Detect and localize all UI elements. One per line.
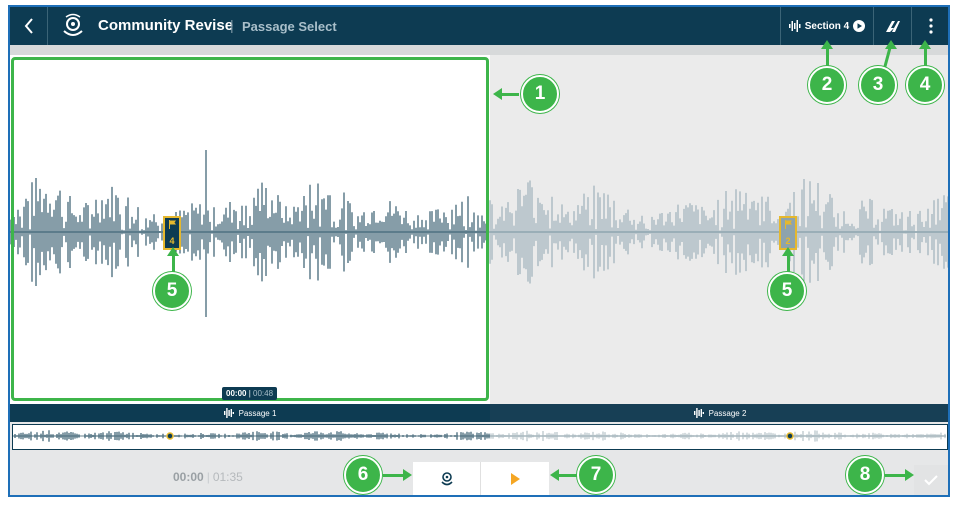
passage-label: Passage 2 xyxy=(708,408,747,418)
callout-arrow xyxy=(826,46,829,68)
callout-8: 8 xyxy=(846,456,884,494)
marker-number: 4 xyxy=(169,236,175,246)
more-vertical-icon xyxy=(929,18,933,34)
passage-bar: Passage 1 Passage 2 xyxy=(10,404,948,422)
section-marker[interactable]: 2 xyxy=(779,216,797,250)
playback-current-time: 00:00 xyxy=(173,470,204,484)
voice-record-button[interactable] xyxy=(413,462,481,495)
callout-arrowhead xyxy=(550,469,559,481)
more-menu-button[interactable] xyxy=(912,7,948,45)
callout-arrow xyxy=(787,253,790,273)
callout-arrowhead xyxy=(782,247,794,256)
callout-3: 3 xyxy=(859,66,897,104)
callout-arrow xyxy=(383,474,405,477)
title-separator: | xyxy=(230,17,234,33)
section-marker[interactable]: 4 xyxy=(163,216,181,250)
passage-selection-box[interactable] xyxy=(11,57,489,401)
check-icon xyxy=(924,475,938,486)
callout-arrowhead xyxy=(493,88,502,100)
community-revise-logo-icon xyxy=(63,13,83,36)
callout-5: 5 xyxy=(153,272,191,310)
callout-arrow xyxy=(924,46,927,68)
chevron-left-icon xyxy=(24,18,33,34)
overview-waveform[interactable] xyxy=(12,424,948,450)
tooltip-total-time: 00:48 xyxy=(253,389,274,398)
back-button[interactable] xyxy=(10,7,48,45)
flag-icon xyxy=(168,220,176,229)
app-title: Community Revise xyxy=(98,17,234,34)
waveform-icon xyxy=(223,408,234,418)
callout-arrowhead xyxy=(821,40,833,49)
waveform-icon xyxy=(788,20,801,32)
callout-7: 7 xyxy=(577,456,615,494)
waveform-icon xyxy=(693,408,704,418)
section-label: Section 4 xyxy=(804,20,850,32)
callout-arrowhead xyxy=(885,40,897,49)
callout-arrow xyxy=(885,474,907,477)
timeline-ruler xyxy=(10,45,948,55)
passage-tab-1[interactable]: Passage 1 xyxy=(10,404,490,422)
playback-time: 00:00 | 01:35 xyxy=(173,470,243,484)
flag-icon xyxy=(784,220,792,229)
callout-4: 4 xyxy=(906,66,944,104)
callout-arrowhead xyxy=(167,247,179,256)
callout-2: 2 xyxy=(808,66,846,104)
passage-tab-2[interactable]: Passage 2 xyxy=(490,404,948,422)
playback-total-time: 01:35 xyxy=(212,470,243,484)
playhead-time-tooltip: 00:00 | 00:48 xyxy=(222,387,278,400)
brand-logo-icon xyxy=(885,21,900,32)
top-bar: Community Revise | Passage Select Sectio… xyxy=(10,7,948,45)
waveform-area[interactable]: 4 2 00:00 | 00:48 xyxy=(10,55,948,404)
play-icon xyxy=(511,473,520,485)
voice-icon xyxy=(440,472,453,486)
marker-number: 2 xyxy=(785,236,791,246)
playback-controls: 00:00 | 01:35 xyxy=(10,450,948,495)
callout-arrowhead xyxy=(919,40,931,49)
page-subtitle: Passage Select xyxy=(242,19,337,34)
callout-5b: 5 xyxy=(768,272,806,310)
callout-1: 1 xyxy=(521,75,559,113)
tooltip-current-time: 00:00 xyxy=(226,389,247,398)
callout-arrowhead xyxy=(403,469,412,481)
overview-waveform-graphic[interactable] xyxy=(12,425,946,448)
callout-arrowhead xyxy=(905,469,914,481)
passage-label: Passage 1 xyxy=(238,408,277,418)
play-circle-icon xyxy=(853,20,866,32)
time-separator: | xyxy=(206,470,210,484)
confirm-button[interactable] xyxy=(914,465,948,495)
callout-arrow xyxy=(172,253,175,273)
play-button[interactable] xyxy=(481,462,549,495)
callout-6: 6 xyxy=(344,456,382,494)
callout-arrow xyxy=(556,474,578,477)
